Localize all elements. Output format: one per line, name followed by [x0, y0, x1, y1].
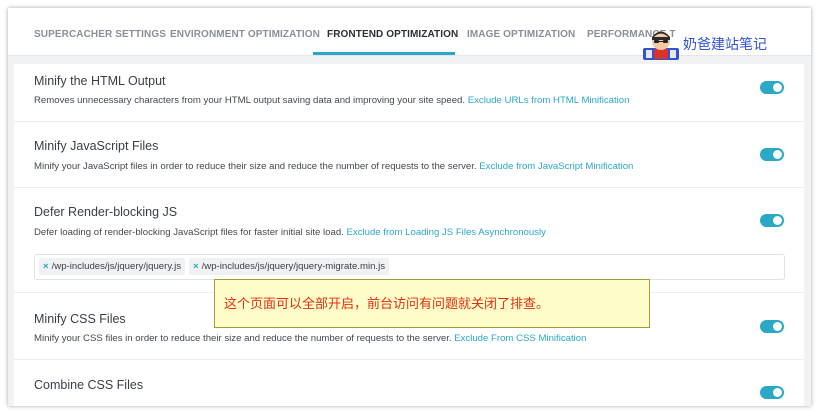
excluded-script-tag[interactable]: ×/wp-includes/js/jquery/jquery.js — [39, 258, 185, 275]
setting-card-minify-html: Minify the HTML Output Removes unnecessa… — [14, 64, 804, 122]
toggle-knob — [773, 150, 782, 159]
minify-css-toggle[interactable] — [760, 320, 784, 333]
tab-image-optimization[interactable]: IMAGE OPTIMIZATION — [467, 29, 575, 40]
remove-tag-icon[interactable]: × — [43, 261, 49, 272]
minify-html-toggle[interactable] — [760, 81, 784, 94]
setting-title: Minify JavaScript Files — [34, 139, 159, 153]
defer-js-toggle[interactable] — [760, 214, 784, 227]
remove-tag-icon[interactable]: × — [193, 261, 199, 272]
active-tab-indicator — [313, 52, 455, 55]
toggle-knob — [773, 388, 782, 397]
toggle-knob — [773, 322, 782, 331]
combine-css-toggle[interactable] — [760, 386, 784, 399]
excluded-script-tag[interactable]: ×/wp-includes/js/jquery/jquery-migrate.m… — [189, 258, 390, 275]
setting-title: Combine CSS Files — [34, 378, 144, 392]
setting-description: Minify your CSS files in order to reduce… — [34, 333, 587, 344]
settings-window: SUPERCACHER SETTINGS ENVIRONMENT OPTIMIZ… — [8, 8, 811, 406]
tab-frontend-optimization[interactable]: FRONTEND OPTIMIZATION — [327, 29, 458, 40]
setting-card-combine-css: Combine CSS Files — [14, 360, 804, 406]
setting-description: Removes unnecessary characters from your… — [34, 95, 630, 106]
exclude-js-link[interactable]: Exclude from JavaScript Minification — [479, 161, 633, 172]
toggle-knob — [773, 216, 782, 225]
setting-title: Minify the HTML Output — [34, 74, 166, 88]
setting-title: Defer Render-blocking JS — [34, 205, 178, 219]
exclude-html-link[interactable]: Exclude URLs from HTML Minification — [468, 95, 630, 106]
minify-js-toggle[interactable] — [760, 148, 784, 161]
exclude-css-link[interactable]: Exclude From CSS Minification — [454, 333, 586, 344]
annotation-note: 这个页面可以全部开启，前台访问有问题就关闭了排查。 — [214, 279, 650, 328]
tab-supercacher-settings[interactable]: SUPERCACHER SETTINGS — [34, 29, 166, 40]
avatar-logo-icon — [643, 31, 679, 60]
exclude-async-link[interactable]: Exclude from Loading JS Files Asynchrono… — [347, 227, 546, 238]
toggle-knob — [773, 83, 782, 92]
excluded-scripts-input[interactable]: ×/wp-includes/js/jquery/jquery.js ×/wp-i… — [34, 254, 785, 280]
watermark-text: 奶爸建站笔记 — [683, 37, 767, 53]
setting-description: Defer loading of render-blocking JavaScr… — [34, 227, 546, 238]
setting-title: Minify CSS Files — [34, 312, 126, 326]
watermark: 奶爸建站笔记 — [643, 28, 767, 60]
setting-description: Minify your JavaScript files in order to… — [34, 161, 634, 172]
tab-environment-optimization[interactable]: ENVIRONMENT OPTIMIZATION — [170, 29, 320, 40]
setting-card-minify-js: Minify JavaScript Files Minify your Java… — [14, 122, 804, 188]
